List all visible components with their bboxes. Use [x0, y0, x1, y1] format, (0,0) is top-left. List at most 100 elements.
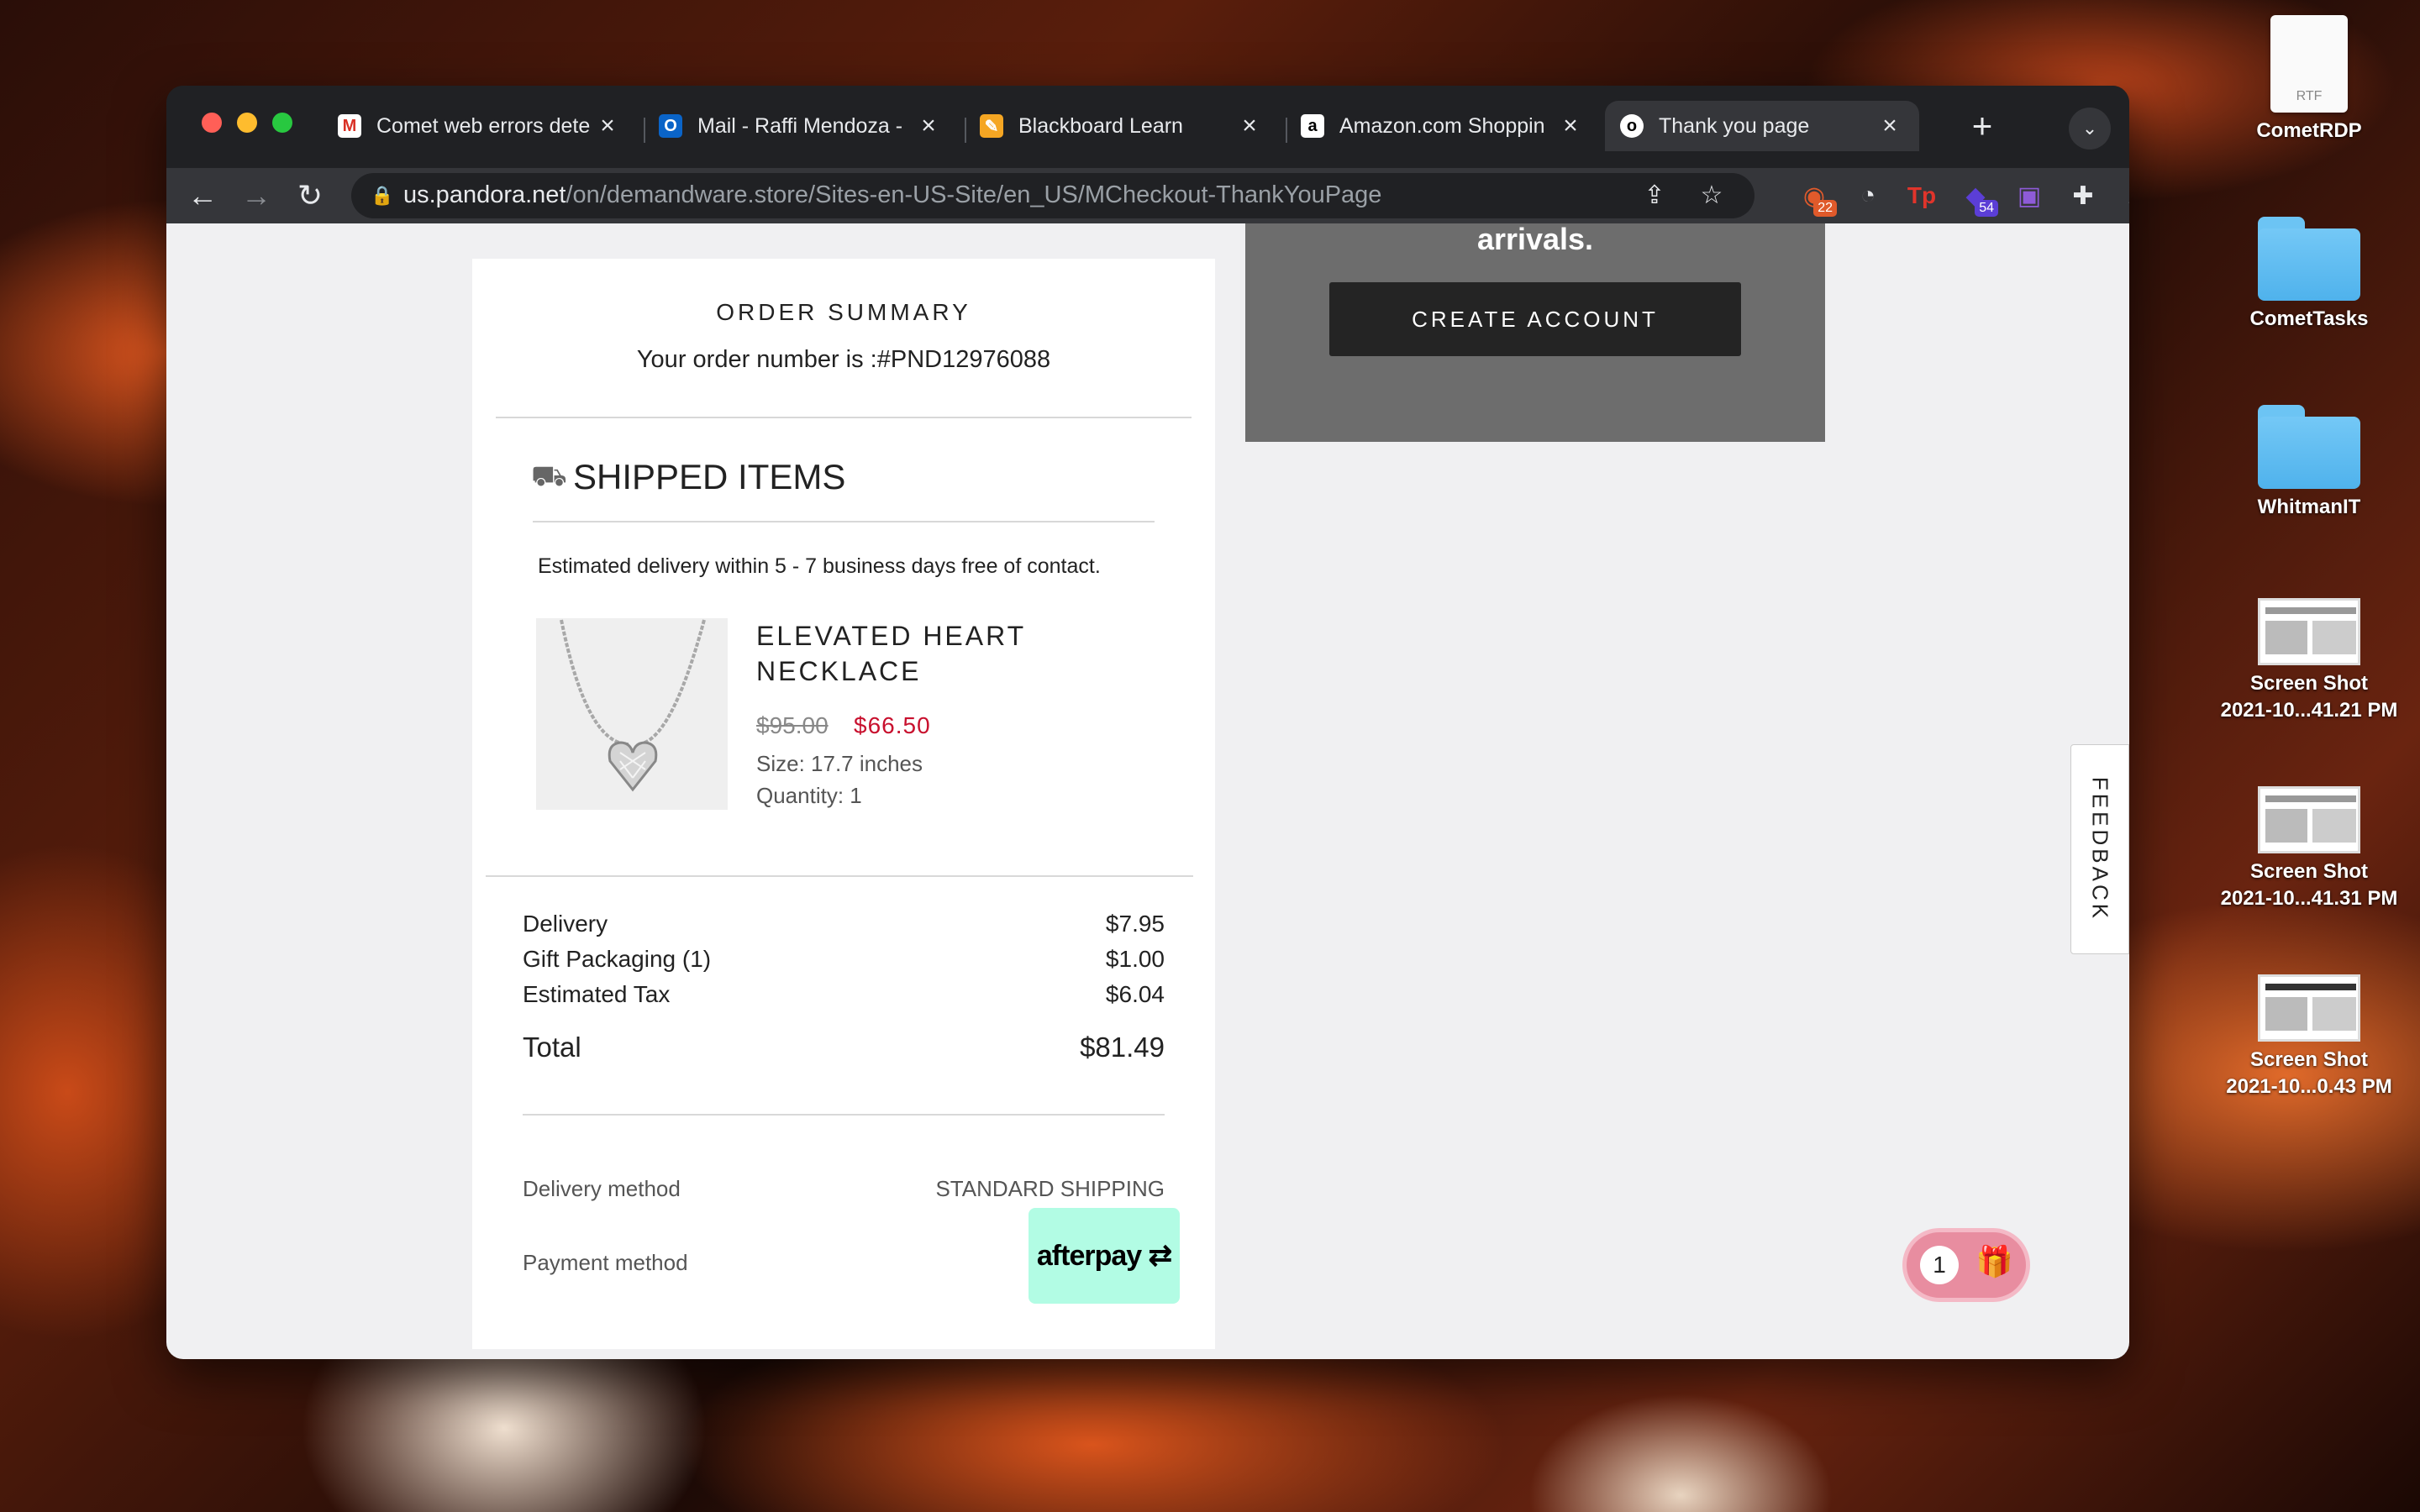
create-account-button[interactable]: CREATE ACCOUNT: [1329, 282, 1741, 356]
new-tab-button[interactable]: +: [1961, 106, 2003, 148]
close-tab-icon[interactable]: ×: [1556, 112, 1585, 140]
window-controls: [202, 113, 292, 133]
pandora-icon: o: [1620, 114, 1644, 138]
payment-method-label: Payment method: [523, 1250, 688, 1275]
minimize-window-button[interactable]: [237, 113, 257, 133]
summary-label: Gift Packaging (1): [523, 946, 712, 972]
desktop-icon-label: CometTasks: [2249, 307, 2369, 330]
summary-value: $7.95: [1105, 911, 1165, 937]
url-text[interactable]: us.pandora.net/on/demandware.store/Sites…: [403, 181, 1381, 209]
order-summary-card: ORDER SUMMARY Your order number is :#PND…: [472, 259, 1215, 1349]
extension-speedometer-icon[interactable]: ◔: [1849, 176, 1887, 215]
browser-window: M Comet web errors dete × O Mail - Raffi…: [166, 86, 2129, 1359]
extension-purple-icon[interactable]: ▣: [2010, 176, 2049, 215]
extension-badge: 54: [1975, 200, 1998, 217]
share-icon[interactable]: ⇪: [1637, 178, 1672, 213]
gmail-icon: M: [338, 114, 361, 138]
afterpay-logo: afterpay ⇄: [1028, 1208, 1180, 1304]
create-account-promo: arrivals. CREATE ACCOUNT: [1245, 223, 1825, 442]
desktop-folder-comettasks[interactable]: CometTasks: [2217, 217, 2402, 333]
promo-text: arrivals.: [1476, 223, 1594, 256]
divider: [486, 875, 1193, 877]
close-window-button[interactable]: [202, 113, 222, 133]
zoom-window-button[interactable]: [272, 113, 292, 133]
tab-title: Thank you page: [1659, 113, 1810, 138]
desktop-icon-label: Screen Shot 2021-10...41.21 PM: [2220, 672, 2398, 722]
rtf-document-icon: RTF: [2270, 15, 2348, 113]
summary-label: Estimated Tax: [523, 981, 671, 1007]
gift-widget-button[interactable]: 1 🎁: [1902, 1228, 2030, 1302]
screenshot-thumbnail-icon: [2258, 786, 2360, 853]
extension-tp-icon[interactable]: Tp: [1902, 176, 1941, 215]
tab-title: Blackboard Learn: [1018, 113, 1183, 138]
gift-icon: 🎁: [1975, 1244, 2013, 1278]
desktop-screenshot-1[interactable]: Screen Shot 2021-10...41.21 PM: [2217, 598, 2402, 724]
tab-outlook[interactable]: O Mail - Raffi Mendoza - ×: [644, 101, 958, 151]
tab-gmail[interactable]: M Comet web errors dete ×: [323, 101, 637, 151]
close-tab-icon[interactable]: ×: [593, 112, 622, 140]
order-number: Your order number is :#PND12976088: [636, 346, 1051, 373]
extensions-puzzle-icon[interactable]: ✚: [2064, 176, 2102, 215]
desktop-icon-label: WhitmanIT: [2257, 496, 2361, 518]
total-value: $81.49: [1080, 1032, 1165, 1063]
tab-thank-you-active[interactable]: o Thank you page ×: [1605, 101, 1919, 151]
total-label: Total: [523, 1032, 581, 1063]
product-quantity: Quantity: 1: [756, 783, 862, 808]
desktop-icon-label: CometRDP: [2256, 119, 2362, 142]
forward-arrow-icon[interactable]: →: [234, 173, 279, 218]
desktop-folder-whitmanit[interactable]: WhitmanIT: [2217, 405, 2402, 521]
sale-price: $66.50: [854, 712, 931, 738]
tab-bar: M Comet web errors dete × O Mail - Raffi…: [166, 86, 2129, 168]
media-queue-icon[interactable]: ♫: [2116, 176, 2129, 215]
desktop-icon-label: Screen Shot 2021-10...0.43 PM: [2226, 1048, 2392, 1098]
gift-count-badge: 1: [1920, 1246, 1959, 1284]
amazon-icon: a: [1301, 114, 1324, 138]
summary-row-delivery: Delivery $7.95: [523, 911, 1165, 937]
shipped-items-heading: SHIPPED ITEMS: [573, 457, 846, 496]
desktop-screenshot-2[interactable]: Screen Shot 2021-10...41.31 PM: [2217, 786, 2402, 912]
close-tab-icon[interactable]: ×: [1876, 112, 1904, 140]
delivery-method-row: Delivery method STANDARD SHIPPING: [523, 1176, 1165, 1202]
tab-title: Comet web errors dete: [376, 113, 591, 138]
divider: [523, 1114, 1165, 1116]
desktop-icon-label: Screen Shot 2021-10...41.31 PM: [2220, 860, 2398, 910]
tab-amazon[interactable]: a Amazon.com Shoppin ×: [1286, 101, 1600, 151]
lock-icon[interactable]: 🔒: [370, 183, 395, 208]
summary-row-gift-packaging: Gift Packaging (1) $1.00: [523, 946, 1165, 973]
reload-icon[interactable]: ↻: [287, 173, 333, 218]
summary-row-tax: Estimated Tax $6.04: [523, 981, 1165, 1008]
tab-title: Mail - Raffi Mendoza -: [697, 113, 903, 138]
product-name[interactable]: ELEVATED HEART NECKLACE: [756, 618, 1042, 689]
extension-adblock-icon[interactable]: ◉ 22: [1795, 176, 1837, 217]
blackboard-icon: ✎: [980, 114, 1003, 138]
delivery-method-value: STANDARD SHIPPING: [935, 1176, 1165, 1201]
order-summary-title: ORDER SUMMARY: [716, 299, 971, 325]
original-price: $95.00: [756, 712, 829, 738]
tab-search-button[interactable]: ⌄: [2069, 108, 2111, 150]
desktop-file-cometrdp[interactable]: RTF CometRDP: [2217, 15, 2402, 144]
address-bar[interactable]: 🔒 us.pandora.net/on/demandware.store/Sit…: [351, 173, 1754, 218]
close-tab-icon[interactable]: ×: [1235, 112, 1264, 140]
close-tab-icon[interactable]: ×: [914, 112, 943, 140]
delivery-estimate: Estimated delivery within 5 - 7 business…: [538, 554, 1101, 578]
feedback-tab[interactable]: FEEDBACK: [2070, 744, 2129, 954]
delivery-method-label: Delivery method: [523, 1176, 681, 1201]
extension-graduation-icon[interactable]: ◆ 54: [1956, 176, 1998, 217]
truck-icon: ⛟: [531, 460, 567, 492]
product-image[interactable]: [536, 618, 728, 810]
necklace-image: [560, 619, 706, 792]
bookmark-star-icon[interactable]: ☆: [1694, 178, 1729, 213]
page-content: arrivals. CREATE ACCOUNT ORDER SUMMARY Y…: [166, 223, 2129, 1359]
summary-label: Delivery: [523, 911, 608, 937]
summary-value: $6.04: [1105, 981, 1165, 1007]
screenshot-thumbnail-icon: [2258, 598, 2360, 665]
back-arrow-icon[interactable]: ←: [180, 173, 225, 218]
tab-title: Amazon.com Shoppin: [1339, 113, 1545, 138]
outlook-icon: O: [659, 114, 682, 138]
divider: [496, 417, 1192, 418]
divider: [533, 521, 1155, 522]
folder-icon: [2258, 217, 2360, 301]
desktop-screenshot-3[interactable]: Screen Shot 2021-10...0.43 PM: [2217, 974, 2402, 1100]
browser-toolbar: ← → ↻ 🔒 us.pandora.net/on/demandware.sto…: [166, 168, 2129, 223]
tab-blackboard[interactable]: ✎ Blackboard Learn ×: [965, 101, 1279, 151]
